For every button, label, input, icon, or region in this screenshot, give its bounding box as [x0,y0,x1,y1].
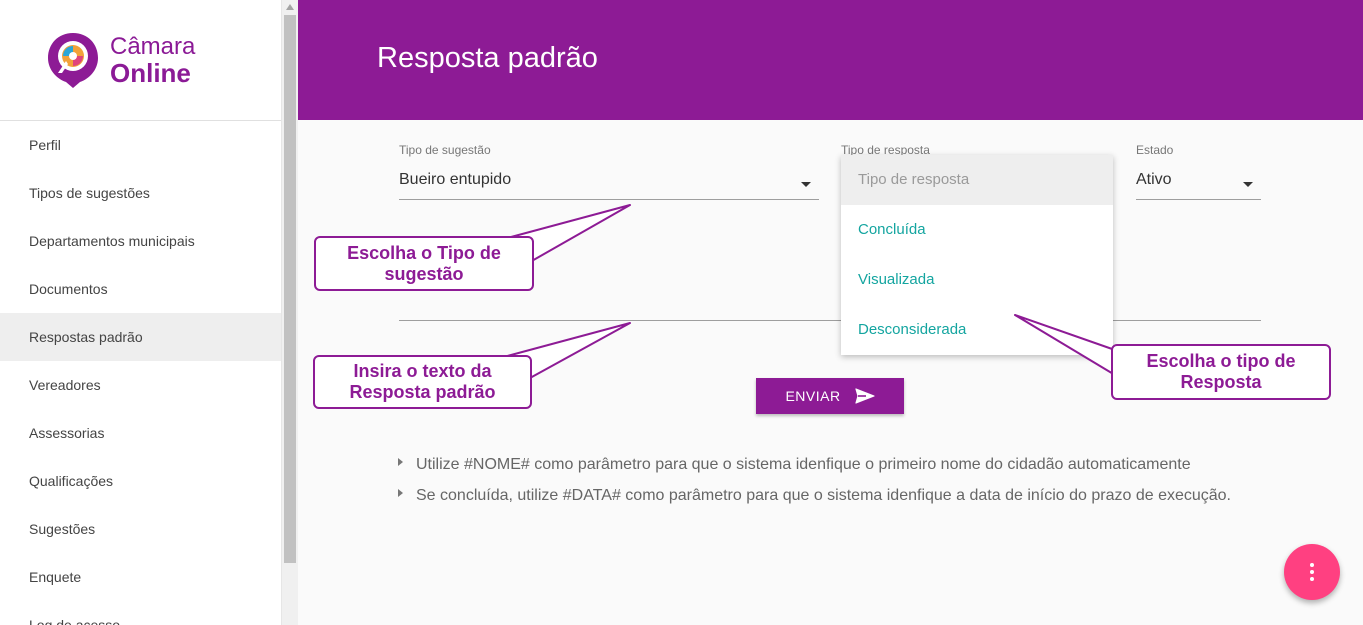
sidebar-item-log-de-acesso[interactable]: Log de acesso [0,601,281,625]
page-header: Resposta padrão [298,0,1363,120]
hint-data-text: Se concluída, utilize #DATA# como parâme… [416,487,1231,504]
logo-line1: Câmara [110,33,196,60]
logo-text: Câmara Online [110,33,195,87]
hint-nome: Utilize #NOME# como parâmetro para que o… [398,456,1191,474]
scroll-up-arrow-icon[interactable] [286,4,294,10]
hint-nome-text: Utilize #NOME# como parâmetro para que o… [416,456,1191,473]
tipo-resposta-dropdown: Tipo de resposta Concluída Visualizada D… [841,155,1113,355]
tipo-sugestao-select[interactable]: Bueiro entupido [399,160,819,200]
option-visualizada[interactable]: Visualizada [841,255,1113,305]
sidebar-scrollbar[interactable] [281,0,298,625]
sidebar-item-perfil[interactable]: Perfil [0,121,281,169]
more-options-fab[interactable] [1284,544,1340,600]
scrollbar-thumb[interactable] [284,15,296,563]
sidebar-item-vereadores[interactable]: Vereadores [0,361,281,409]
sidebar-item-sugestoes[interactable]: Sugestões [0,505,281,553]
sidebar-item-assessorias[interactable]: Assessorias [0,409,281,457]
sidebar-nav: Perfil Tipos de sugestões Departamentos … [0,121,281,625]
estado-label: Estado [1136,143,1174,157]
sidebar-item-enquete[interactable]: Enquete [0,553,281,601]
callout-tipo-resposta: Escolha o tipo de Resposta [1111,344,1331,400]
callout-resposta-texto: Insira o texto da Resposta padrão [313,355,532,409]
tipo-sugestao-label: Tipo de sugestão [399,143,491,157]
bullet-triangle-icon [398,489,403,497]
dropdown-caret-icon [801,182,811,187]
send-icon [854,388,875,404]
logo-line2: Online [110,58,191,88]
sidebar-item-qualificacoes[interactable]: Qualificações [0,457,281,505]
dropdown-placeholder: Tipo de resposta [841,155,1113,205]
dropdown-caret-icon [1243,182,1253,187]
estado-value: Ativo [1136,171,1172,188]
sidebar-item-respostas-padrao[interactable]: Respostas padrão [0,313,281,361]
logo-icon [48,33,98,88]
resposta-text-field[interactable] [399,320,1261,321]
more-vert-icon [1310,563,1314,581]
option-desconsiderada[interactable]: Desconsiderada [841,305,1113,355]
enviar-button-label: ENVIAR [785,388,841,404]
sidebar: Câmara Online Perfil Tipos de sugestões … [0,0,281,625]
enviar-button[interactable]: ENVIAR [756,378,904,414]
callout-tipo-sugestao: Escolha o Tipo de sugestão [314,236,534,291]
option-concluida[interactable]: Concluída [841,205,1113,255]
logo[interactable]: Câmara Online [0,0,281,121]
page-title: Resposta padrão [377,42,598,74]
sidebar-item-documentos[interactable]: Documentos [0,265,281,313]
estado-select[interactable]: Ativo [1136,160,1261,200]
bullet-triangle-icon [398,458,403,466]
sidebar-item-departamentos-municipais[interactable]: Departamentos municipais [0,217,281,265]
hint-data: Se concluída, utilize #DATA# como parâme… [398,487,1231,505]
sidebar-item-tipos-de-sugestoes[interactable]: Tipos de sugestões [0,169,281,217]
tipo-sugestao-value: Bueiro entupido [399,171,512,188]
